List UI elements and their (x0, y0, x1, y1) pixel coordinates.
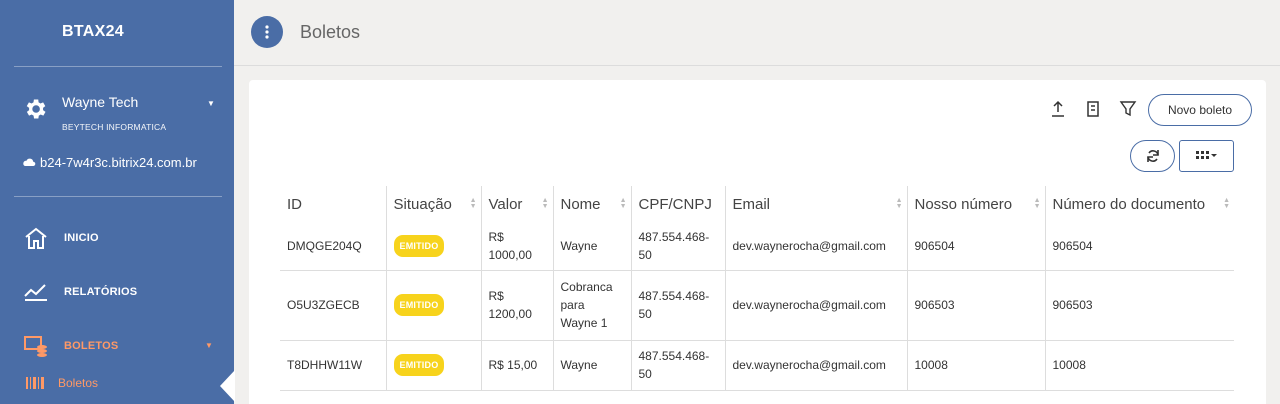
cell-valor: R$ 1200,00 (480, 270, 553, 341)
nav-item-relatorios[interactable]: RELATÓRIOS (22, 277, 222, 307)
dots-vertical-icon (265, 25, 269, 39)
refresh-icon (1146, 150, 1159, 162)
table-row[interactable]: DMQGE204Q EMITIDO R$ 1000,00 Wayne 487.5… (280, 222, 1234, 271)
sort-icon: ▲ ▼ (619, 197, 627, 210)
status-badge: EMITIDO (393, 234, 445, 257)
cloud-icon (23, 158, 36, 166)
chevron-down-icon: ▼ (207, 99, 215, 108)
filter-icon[interactable] (1119, 100, 1137, 118)
divider (14, 66, 222, 67)
sort-icon: ▲ ▼ (541, 197, 549, 210)
cell-email: dev.waynerocha@gmail.com (724, 270, 907, 341)
cell-numero-documento: 906504 (1044, 222, 1234, 271)
status-badge: EMITIDO (393, 294, 445, 316)
col-header-nosso-numero[interactable]: Nosso número ▲ ▼ (906, 186, 1045, 222)
nav-label: INICIO (64, 232, 99, 244)
nav-label: BOLETOS (64, 340, 119, 352)
cell-nome: Cobranca para Wayne 1 (552, 270, 631, 341)
upload-icon[interactable] (1049, 100, 1067, 118)
cell-status: EMITIDO (385, 270, 481, 341)
boletos-icon (22, 333, 50, 359)
page-title: Boletos (300, 22, 361, 42)
cell-nosso-numero: 10008 (906, 340, 1045, 391)
domain-label: b24-7w4r3c.bitrix24.com.br (40, 155, 197, 170)
page-header: Boletos (234, 0, 1280, 66)
cell-id: T8DHHW11W (280, 340, 386, 391)
chevron-down-icon: ▼ (205, 341, 213, 350)
col-header-email[interactable]: Email ▲ ▼ (724, 186, 907, 222)
active-pointer (220, 370, 235, 402)
boletos-table: ID Situação ▲ ▼ Valor ▲ ▼ Nome ▲ ▼ CPF/CNPJ Em… (280, 186, 1234, 391)
subnav-item-boletos[interactable]: Boletos (26, 376, 98, 390)
boletos-card: Novo boleto ID Situação ▲ ▼ Valor ▲ ▼ Nome ▲ ▼… (249, 80, 1266, 404)
divider (14, 196, 222, 197)
chart-icon (22, 279, 50, 305)
cell-nome: Wayne (552, 222, 631, 271)
sort-icon: ▲ ▼ (1223, 197, 1230, 210)
nav-label: RELATÓRIOS (64, 286, 138, 298)
new-boleto-button[interactable]: Novo boleto (1148, 94, 1252, 126)
print-icon[interactable] (1084, 100, 1102, 118)
col-header-numero-documento[interactable]: Número do documento ▲ ▼ (1044, 186, 1234, 222)
cell-cpf: 487.554.468-50 (630, 222, 725, 271)
sort-icon: ▲ ▼ (1033, 197, 1041, 210)
refresh-button[interactable] (1130, 140, 1175, 172)
cell-cpf: 487.554.468-50 (630, 270, 725, 341)
company-name: Wayne Tech (62, 94, 139, 110)
nav-item-boletos[interactable]: BOLETOS ▼ (22, 331, 222, 361)
cell-numero-documento: 10008 (1044, 340, 1234, 391)
brand-logo: BTAX24 (62, 23, 124, 40)
company-selector[interactable]: Wayne Tech BEYTECH INFORMATICA ▼ (22, 94, 222, 134)
columns-toggle-button[interactable] (1179, 140, 1234, 172)
company-subtitle: BEYTECH INFORMATICA (62, 122, 167, 132)
cell-nosso-numero: 906503 (906, 270, 1045, 341)
cell-numero-documento: 906503 (1044, 270, 1234, 341)
col-header-id[interactable]: ID (280, 186, 386, 222)
cell-email: dev.waynerocha@gmail.com (724, 222, 907, 271)
cell-status: EMITIDO (385, 222, 481, 271)
cell-valor: R$ 15,00 (480, 340, 553, 391)
table-row[interactable]: O5U3ZGECB EMITIDO R$ 1200,00 Cobranca pa… (280, 270, 1234, 341)
col-header-nome[interactable]: Nome ▲ ▼ (552, 186, 631, 222)
col-header-valor[interactable]: Valor ▲ ▼ (480, 186, 553, 222)
more-menu-button[interactable] (251, 16, 283, 48)
cell-nosso-numero: 906504 (906, 222, 1045, 271)
cell-id: O5U3ZGECB (280, 270, 386, 341)
barcode-icon (26, 377, 44, 389)
cell-email: dev.waynerocha@gmail.com (724, 340, 907, 391)
sidebar: BTAX24 Wayne Tech BEYTECH INFORMATICA ▼ … (0, 0, 235, 404)
cell-id: DMQGE204Q (280, 222, 386, 271)
status-badge: EMITIDO (393, 354, 445, 376)
col-header-situacao[interactable]: Situação ▲ ▼ (385, 186, 481, 222)
nav-item-inicio[interactable]: INICIO (22, 223, 222, 253)
grid-icon (1195, 151, 1217, 159)
cell-cpf: 487.554.468-50 (630, 340, 725, 391)
cell-status: EMITIDO (385, 340, 481, 391)
subnav-label: Boletos (58, 376, 99, 390)
cell-valor: R$ 1000,00 (480, 222, 553, 271)
table-row[interactable]: T8DHHW11W EMITIDO R$ 15,00 Wayne 487.554… (280, 340, 1234, 391)
gear-icon (26, 99, 46, 119)
cell-nome: Wayne (552, 340, 631, 391)
portal-domain: b24-7w4r3c.bitrix24.com.br (22, 155, 197, 170)
col-header-cpf[interactable]: CPF/CNPJ (630, 186, 725, 222)
sort-icon: ▲ ▼ (895, 197, 903, 210)
home-icon (22, 225, 50, 251)
sort-icon: ▲ ▼ (469, 197, 477, 210)
